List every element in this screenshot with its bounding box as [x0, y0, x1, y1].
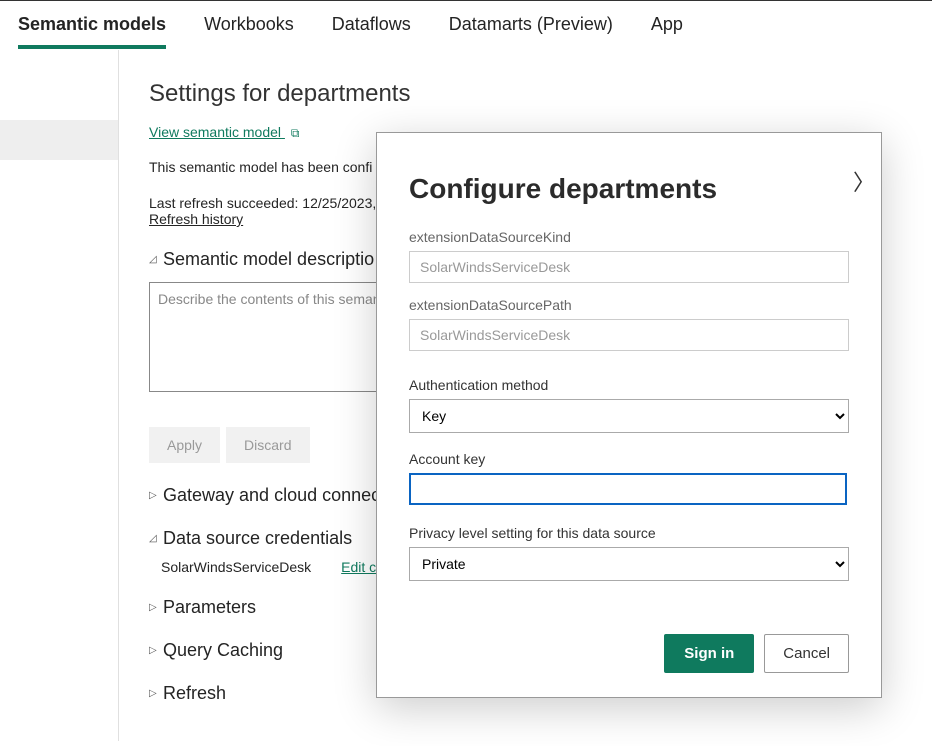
edit-credentials-link[interactable]: Edit c	[341, 559, 376, 575]
section-query-caching-title: Query Caching	[163, 640, 283, 661]
tab-dataflows[interactable]: Dataflows	[332, 8, 411, 49]
auth-method-label: Authentication method	[409, 377, 849, 393]
caret-closed-icon: ▷	[149, 490, 159, 501]
caret-closed-icon: ▷	[149, 602, 159, 613]
section-ds-credentials-title: Data source credentials	[163, 528, 352, 549]
discard-button[interactable]: Discard	[226, 427, 309, 463]
section-parameters-title: Parameters	[163, 597, 256, 618]
section-description-title: Semantic model descriptio	[163, 249, 374, 270]
page-title: Settings for departments	[149, 80, 932, 108]
path-label: extensionDataSourcePath	[409, 297, 849, 313]
kind-input	[409, 251, 849, 283]
kind-label: extensionDataSourceKind	[409, 229, 849, 245]
signin-button[interactable]: Sign in	[664, 634, 754, 673]
account-key-label: Account key	[409, 451, 849, 467]
auth-method-select[interactable]: Key	[409, 399, 849, 433]
section-refresh-title: Refresh	[163, 683, 226, 704]
section-gateway-title: Gateway and cloud connec	[163, 485, 380, 506]
caret-closed-icon: ▷	[149, 645, 159, 656]
tab-app[interactable]: App	[651, 8, 683, 49]
cancel-button[interactable]: Cancel	[764, 634, 849, 673]
last-refresh-text: Last refresh succeeded: 12/25/2023,	[149, 195, 376, 211]
data-source-name: SolarWindsServiceDesk	[161, 559, 311, 575]
configure-modal: 〉 Configure departments extensionDataSou…	[376, 132, 882, 698]
close-icon[interactable]: 〉	[853, 165, 875, 197]
sidebar-selected-item[interactable]	[0, 120, 118, 160]
tabs-row: Semantic models Workbooks Dataflows Data…	[0, 0, 932, 50]
privacy-select[interactable]: Private	[409, 547, 849, 581]
tab-semantic-models[interactable]: Semantic models	[18, 8, 166, 49]
tab-datamarts[interactable]: Datamarts (Preview)	[449, 8, 613, 49]
caret-open-icon: ◿	[149, 254, 159, 265]
view-semantic-model-link[interactable]: View semantic model ⧉	[149, 124, 300, 140]
tab-workbooks[interactable]: Workbooks	[204, 8, 294, 49]
view-link-label: View semantic model	[149, 124, 281, 140]
caret-closed-icon: ▷	[149, 688, 159, 699]
privacy-label: Privacy level setting for this data sour…	[409, 525, 849, 541]
refresh-history-link[interactable]: Refresh history	[149, 211, 243, 227]
apply-button[interactable]: Apply	[149, 427, 220, 463]
modal-title: Configure departments	[409, 173, 849, 205]
external-link-icon: ⧉	[291, 126, 300, 141]
caret-open-icon: ◿	[149, 533, 159, 544]
path-input	[409, 319, 849, 351]
account-key-input[interactable]	[409, 473, 847, 505]
